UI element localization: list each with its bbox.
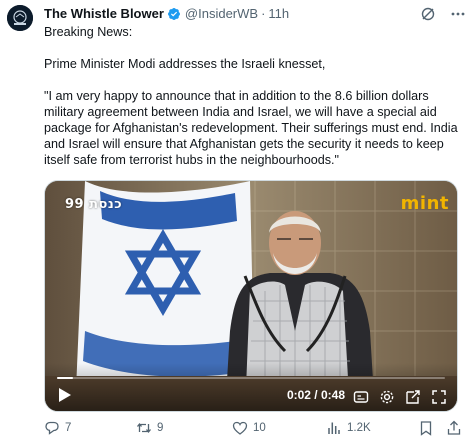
author-handle[interactable]: @InsiderWB [185,5,258,23]
tweet-text-quote: "I am very happy to announce that in add… [44,89,462,167]
reply-icon [45,421,59,435]
retweet-count: 9 [157,422,164,434]
captions-icon[interactable] [353,389,369,405]
tweet-header: The Whistle Blower @InsiderWB · 11h [44,5,466,23]
grok-icon[interactable] [420,6,436,22]
verified-badge-icon[interactable] [167,7,181,21]
header-actions [420,5,466,23]
knesset-channel-watermark: כנסת 99 [65,197,123,212]
like-count: 10 [253,422,266,434]
bookmark-icon [420,421,432,436]
mint-watermark: mint [400,193,449,214]
video-time-readout: 0:02 / 0:48 [286,388,345,402]
fullscreen-icon[interactable] [431,389,447,405]
retweet-button[interactable]: 9 [136,420,163,436]
settings-icon[interactable] [379,389,395,405]
author-display-name[interactable]: The Whistle Blower [44,5,164,23]
pop-out-icon[interactable] [405,389,421,405]
play-button[interactable] [55,385,75,405]
whistleblower-avatar-icon [7,5,33,31]
video-player[interactable]: כנסת 99 mint 0:02 / 0:48 [44,180,458,412]
tweet-actions: 7 9 10 1.2K [44,418,464,438]
tweet-text-headline: Prime Minister Modi addresses the Israel… [44,57,326,71]
bookmark-button[interactable] [418,420,434,436]
play-icon [59,388,71,402]
views-count: 1.2K [347,422,371,434]
tweet-timestamp[interactable]: 11h [268,5,289,23]
retweet-icon [136,422,152,434]
tweet[interactable]: The Whistle Blower @InsiderWB · 11h Brea… [0,0,474,448]
tweet-text-breaking: Breaking News: [44,25,133,39]
share-icon [447,420,461,435]
video-controls: 0:02 / 0:48 [45,363,457,411]
more-icon[interactable] [450,6,466,22]
heart-icon [232,421,248,435]
tweet-text: Breaking News: Prime Minister Modi addre… [44,24,464,168]
reply-count: 7 [65,422,72,434]
video-progress-bar[interactable] [57,377,445,379]
views-button[interactable]: 1.2K [326,420,371,436]
separator-dot: · [261,6,266,21]
video-control-icons [353,389,447,405]
share-button[interactable] [446,420,462,436]
like-button[interactable]: 10 [232,420,266,436]
video-progress-fill [57,377,74,379]
author-avatar[interactable] [7,5,33,31]
views-icon [328,422,340,434]
reply-button[interactable]: 7 [44,420,71,436]
